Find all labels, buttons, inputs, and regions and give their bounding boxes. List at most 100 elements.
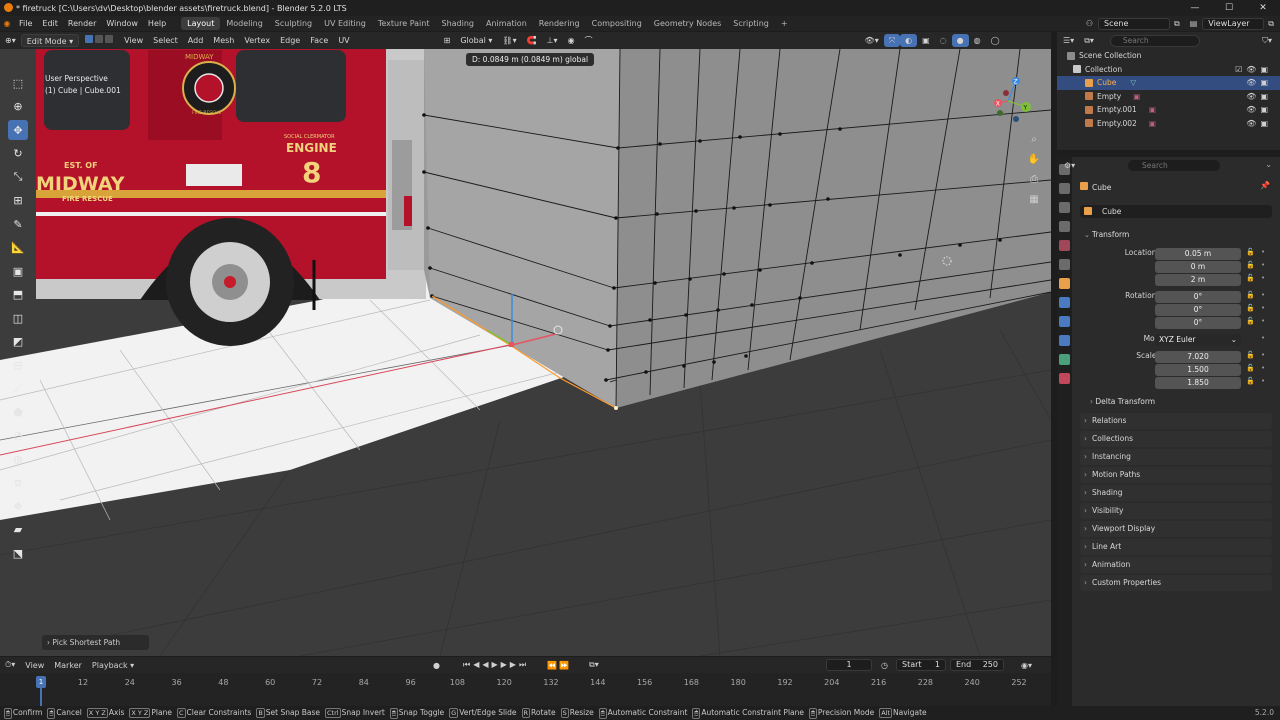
keyframe-dot-icon[interactable]: • bbox=[1261, 351, 1265, 359]
object-name-field[interactable]: Cube bbox=[1080, 205, 1272, 218]
menu-vertex[interactable]: Vertex bbox=[239, 34, 275, 47]
tab-sculpting[interactable]: Sculpting bbox=[269, 17, 318, 30]
keyframe-dot-icon[interactable]: • bbox=[1261, 364, 1265, 372]
object-tab-icon[interactable] bbox=[1059, 278, 1070, 289]
lock-icon[interactable]: 🔓 bbox=[1246, 261, 1255, 269]
empty-002-visibility-icons[interactable]: 👁▣ bbox=[1246, 119, 1272, 128]
rotation-y-field[interactable]: 0° bbox=[1155, 304, 1241, 316]
lock-icon[interactable]: 🔓 bbox=[1246, 248, 1255, 256]
bevel-tool[interactable]: ◩ bbox=[8, 332, 28, 352]
select-box-tool[interactable]: ⬚ bbox=[8, 73, 28, 93]
edge-slide-tool[interactable]: ⧈ bbox=[8, 473, 28, 493]
tab-uv-editing[interactable]: UV Editing bbox=[318, 17, 372, 30]
panel-instancing[interactable]: Instancing bbox=[1080, 449, 1272, 465]
outliner-item-empty-001[interactable]: Empty.001 ▣ 👁▣ bbox=[1057, 103, 1280, 117]
rotation-mode-select[interactable]: XYZ Euler ⌄ bbox=[1155, 334, 1241, 346]
end-frame-field[interactable]: End 250 bbox=[950, 659, 1004, 671]
menu-view[interactable]: View bbox=[119, 34, 148, 47]
particles-tab-icon[interactable] bbox=[1059, 316, 1070, 327]
empty-001-visibility-icons[interactable]: 👁▣ bbox=[1246, 105, 1272, 114]
cursor-tool[interactable]: ⊕ bbox=[8, 97, 28, 117]
keyframe-dot-icon[interactable]: • bbox=[1261, 261, 1265, 269]
properties-editor-icon[interactable]: ⚙▾ bbox=[1064, 161, 1075, 170]
new-scene-icon[interactable]: ⧉ bbox=[1174, 19, 1180, 29]
keyframe-dot-icon[interactable]: • bbox=[1261, 334, 1265, 342]
outliner-item-empty[interactable]: Empty ▣ 👁▣ bbox=[1057, 90, 1280, 104]
tab-animation[interactable]: Animation bbox=[480, 17, 533, 30]
keying-icon[interactable]: ⧉▾ bbox=[584, 660, 604, 670]
outliner-editor-icon[interactable]: ☰▾ bbox=[1063, 36, 1074, 45]
shear-tool[interactable]: ▰ bbox=[8, 520, 28, 540]
timeline-menu-view[interactable]: View bbox=[20, 661, 49, 670]
outliner-search-input[interactable]: Search bbox=[1109, 34, 1200, 47]
menu-select[interactable]: Select bbox=[148, 34, 183, 47]
grid-view-icon[interactable]: ▦ bbox=[1026, 192, 1042, 208]
tab-layout[interactable]: Layout bbox=[181, 17, 221, 30]
zoom-icon[interactable]: ⌕ bbox=[1026, 132, 1042, 148]
rip-tool[interactable]: ⬔ bbox=[8, 543, 28, 563]
keyframe-nav-icons[interactable]: ⏪⏩ bbox=[542, 661, 576, 670]
panel-line-art[interactable]: Line Art bbox=[1080, 539, 1272, 555]
scale-z-field[interactable]: 1.850 bbox=[1155, 377, 1241, 389]
rotation-x-field[interactable]: 0° bbox=[1155, 291, 1241, 303]
menu-mesh[interactable]: Mesh bbox=[208, 34, 239, 47]
lock-icon[interactable]: 🔓 bbox=[1246, 274, 1255, 282]
minimize-button[interactable]: — bbox=[1178, 0, 1212, 16]
rotation-z-field[interactable]: 0° bbox=[1155, 317, 1241, 329]
tab-scripting[interactable]: Scripting bbox=[727, 17, 775, 30]
collection-visibility-icons[interactable]: ☑👁▣ bbox=[1235, 65, 1272, 74]
scale-x-field[interactable]: 7.020 bbox=[1155, 351, 1241, 363]
keyframe-dot-icon[interactable]: • bbox=[1261, 377, 1265, 385]
properties-options-icon[interactable]: ⌄ bbox=[1265, 160, 1272, 169]
timeline-editor-icon[interactable]: ⏱▾ bbox=[0, 660, 20, 670]
panel-viewport-display[interactable]: Viewport Display bbox=[1080, 521, 1272, 537]
panel-collections[interactable]: Collections bbox=[1080, 431, 1272, 447]
gizmo-toggle-icon[interactable]: ⤧ bbox=[883, 34, 901, 47]
pivot-point-icon[interactable]: ⛓▾ bbox=[497, 34, 521, 47]
panel-motion-paths[interactable]: Motion Paths bbox=[1080, 467, 1272, 483]
scale-tool[interactable]: ⤡ bbox=[8, 167, 28, 187]
record-icon[interactable]: ● bbox=[428, 661, 445, 670]
display-mode-icon[interactable]: ⧉▾ bbox=[1084, 36, 1094, 46]
shading-wireframe-icon[interactable]: ◌ bbox=[935, 34, 952, 47]
spin-tool[interactable]: ◔ bbox=[8, 426, 28, 446]
collection-row[interactable]: Collection ☑👁▣ bbox=[1057, 63, 1280, 77]
close-button[interactable]: ✕ bbox=[1246, 0, 1280, 16]
empty-visibility-icons[interactable]: 👁▣ bbox=[1246, 92, 1272, 101]
output-tab-icon[interactable] bbox=[1059, 202, 1070, 213]
lock-icon[interactable]: 🔓 bbox=[1246, 291, 1255, 299]
new-view-layer-icon[interactable]: ⧉ bbox=[1268, 19, 1274, 29]
mode-selector[interactable]: Edit Mode ▾ bbox=[20, 34, 80, 47]
navigation-gizmo[interactable]: Z Y X bbox=[978, 71, 1038, 131]
rotate-tool[interactable]: ↻ bbox=[8, 144, 28, 164]
outliner-item-cube[interactable]: Cube ▽ 👁▣ bbox=[1057, 76, 1280, 90]
3d-viewport[interactable]: MIDWAY FIRE RESCUE EST. OF MIDWAY FIRE R… bbox=[0, 49, 1051, 656]
render-tab-icon[interactable] bbox=[1059, 183, 1070, 194]
lock-icon[interactable]: 🔓 bbox=[1246, 351, 1255, 359]
timeline[interactable]: 1 12 24 36 48 60 72 84 96 108 120 132 144 156 168 180 1… bbox=[0, 673, 1051, 706]
keyframe-dot-icon[interactable]: • bbox=[1261, 304, 1265, 312]
inset-tool[interactable]: ◫ bbox=[8, 308, 28, 328]
filter-icon[interactable]: ⛉▾ bbox=[1262, 36, 1272, 46]
menu-uv[interactable]: UV bbox=[333, 34, 354, 47]
falloff-icon[interactable]: ⌒ bbox=[580, 34, 598, 47]
keyframe-dot-icon[interactable]: • bbox=[1261, 274, 1265, 282]
lock-icon[interactable]: 🔓 bbox=[1246, 304, 1255, 312]
visibility-icon[interactable]: 👁▾ bbox=[860, 34, 884, 47]
menu-edit[interactable]: Edit bbox=[37, 19, 63, 28]
physics-tab-icon[interactable] bbox=[1059, 335, 1070, 346]
loop-cut-tool[interactable]: ⊟ bbox=[8, 355, 28, 375]
shrink-fatten-tool[interactable]: ❖ bbox=[8, 496, 28, 516]
keyframe-dot-icon[interactable]: • bbox=[1261, 317, 1265, 325]
material-tab-icon[interactable] bbox=[1059, 373, 1070, 384]
outliner-item-empty-002[interactable]: Empty.002 ▣ 👁▣ bbox=[1057, 117, 1280, 131]
delta-transform-subpanel[interactable]: › Delta Transform bbox=[1090, 397, 1155, 406]
editor-type-icon[interactable]: ⊕▾ bbox=[0, 34, 21, 47]
snap-icon[interactable]: 🧲 bbox=[522, 34, 542, 47]
menu-file[interactable]: File bbox=[14, 19, 37, 28]
panel-shading[interactable]: Shading bbox=[1080, 485, 1272, 501]
add-workspace-button[interactable]: + bbox=[775, 17, 794, 30]
scale-y-field[interactable]: 1.500 bbox=[1155, 364, 1241, 376]
menu-add[interactable]: Add bbox=[183, 34, 209, 47]
scene-tab-icon[interactable] bbox=[1059, 240, 1070, 251]
